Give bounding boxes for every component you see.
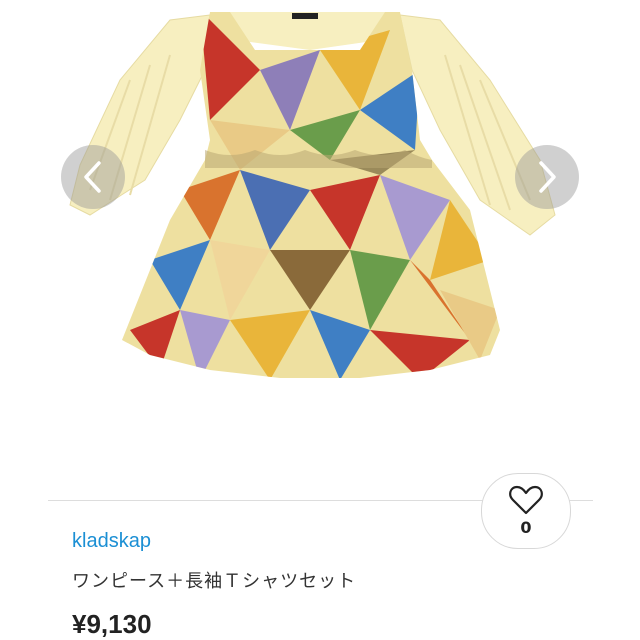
brand-link[interactable]: kladskap bbox=[72, 530, 151, 553]
chevron-left-icon bbox=[84, 161, 101, 193]
like-button[interactable]: 0 bbox=[481, 473, 571, 549]
next-image-button[interactable] bbox=[515, 145, 579, 209]
like-count: 0 bbox=[520, 518, 532, 537]
product-price: ¥9,130 bbox=[72, 609, 152, 639]
product-image-gallery[interactable] bbox=[0, 0, 640, 500]
heart-outline-icon bbox=[509, 485, 543, 515]
product-photo bbox=[69, 12, 556, 378]
previous-image-button[interactable] bbox=[61, 145, 125, 209]
chevron-right-icon bbox=[539, 161, 556, 193]
product-name: ワンピース＋長袖Ｔシャツセット bbox=[72, 571, 357, 592]
